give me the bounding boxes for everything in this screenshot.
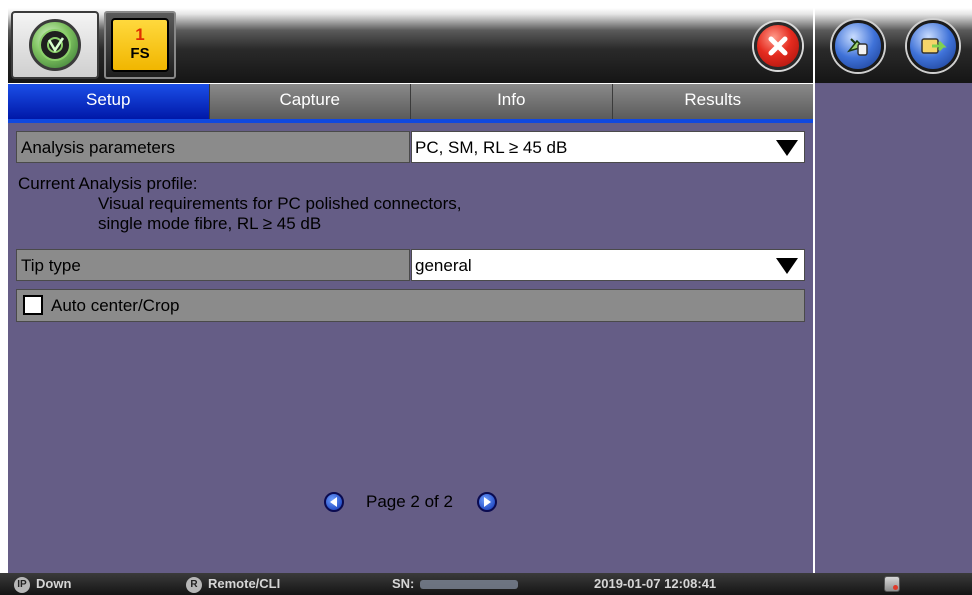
viavi-logo-icon [29,19,81,71]
close-icon [768,36,788,56]
chevron-left-icon [330,497,337,507]
tab-bar: Setup Capture Info Results [8,84,813,119]
analysis-parameters-label: Analysis parameters [16,131,410,163]
tab-setup[interactable]: Setup [8,84,210,119]
save-to-usb-button[interactable] [907,20,959,72]
remote-badge: R [186,576,202,593]
tab-results[interactable]: Results [612,84,813,119]
auto-center-label: Auto center/Crop [51,296,180,315]
next-page-button[interactable] [477,492,497,512]
top-bar: 1 FS [8,8,813,83]
previous-page-button[interactable] [324,492,344,512]
remote-status: R Remote/CLI [186,573,280,595]
right-toolbar [815,8,972,83]
analysis-parameters-dropdown[interactable]: PC, SM, RL ≥ 45 dB [411,131,805,163]
ip-status-text: Down [36,576,72,591]
setup-panel: Analysis parameters PC, SM, RL ≥ 45 dB C… [8,123,813,573]
page-indicator: Page 2 of 2 [366,492,453,511]
connect-icon [846,38,868,56]
ip-badge: IP [14,576,30,593]
current-profile-block: Current Analysis profile: Visual require… [18,174,461,234]
close-button[interactable] [754,22,802,70]
remote-disconnected-icon [884,576,900,592]
ip-status: IP Down [14,573,71,595]
save-to-usb-icon [921,38,947,54]
fs-label: FS [130,45,150,62]
fs-test-button[interactable]: 1 FS [104,11,176,79]
logo-mark-icon [47,37,65,53]
right-side-panel [815,8,972,573]
fs-number: 1 [135,25,145,44]
home-button[interactable] [11,11,99,79]
chevron-right-icon [484,497,491,507]
current-profile-heading: Current Analysis profile: [18,174,198,193]
dropdown-arrow-icon [776,258,798,274]
connect-button[interactable] [832,20,884,72]
current-profile-line1: Visual requirements for PC polished conn… [98,194,462,213]
tip-type-value: general [415,256,472,275]
dropdown-arrow-icon [776,140,798,156]
tip-type-dropdown[interactable]: general [411,249,805,281]
serial-number: SN: [392,573,519,595]
auto-center-checkbox[interactable] [23,295,43,315]
current-profile-line2: single mode fibre, RL ≥ 45 dB [98,214,322,233]
app-window: 1 FS Setup Capture Info Results Analysis… [0,0,972,595]
analysis-parameters-value: PC, SM, RL ≥ 45 dB [415,138,568,157]
tab-capture[interactable]: Capture [209,84,411,119]
status-bar: IP Down R Remote/CLI SN: 2019-01-07 12:08:… [0,573,972,595]
serial-number-label: SN: [392,576,415,591]
tip-type-label: Tip type [16,249,410,281]
tab-info[interactable]: Info [411,84,613,119]
auto-center-row[interactable]: Auto center/Crop [16,289,805,322]
serial-number-redacted [420,580,519,590]
datetime: 2019-01-07 12:08:41 [594,576,717,591]
remote-status-text: Remote/CLI [208,576,281,591]
fs-tile: 1 FS [111,18,169,72]
